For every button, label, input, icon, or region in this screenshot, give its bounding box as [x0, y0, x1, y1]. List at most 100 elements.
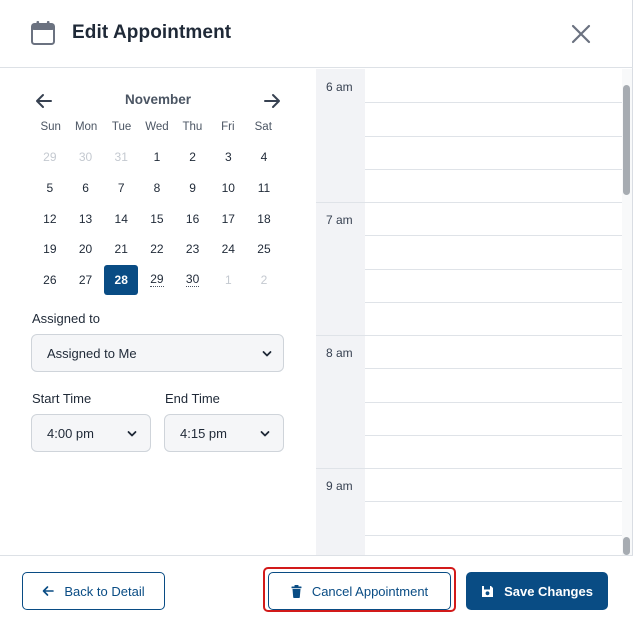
calendar-day[interactable]: 26	[32, 265, 68, 296]
save-changes-label: Save Changes	[504, 583, 593, 599]
calendar-day[interactable]: 1	[139, 142, 175, 173]
calendar-day[interactable]: 17	[210, 203, 246, 234]
assigned-to-value: Assigned to Me	[47, 346, 137, 361]
calendar-day-label: 7	[117, 181, 125, 196]
calendar-day-label: 22	[150, 242, 164, 257]
calendar-day[interactable]: 10	[210, 173, 246, 204]
calendar-day[interactable]: 23	[175, 234, 211, 265]
calendar-day[interactable]: 31	[103, 142, 139, 173]
calendar-day[interactable]: 14	[103, 203, 139, 234]
calendar-day[interactable]: 19	[32, 234, 68, 265]
calendar-day[interactable]: 30	[175, 265, 211, 296]
hour-label: 9 am	[326, 479, 353, 493]
weekday-label: Thu	[182, 121, 203, 133]
back-to-detail-label: Back to Detail	[64, 583, 145, 599]
arrow-right-icon[interactable]	[262, 91, 282, 111]
calendar-day[interactable]: 12	[32, 203, 68, 234]
calendar-day-label: 30	[185, 272, 200, 288]
calendar-day[interactable]: 7	[103, 173, 139, 204]
calendar-day[interactable]: 15	[139, 203, 175, 234]
calendar-day[interactable]: 25	[246, 234, 282, 265]
calendar-day-label: 31	[114, 150, 128, 165]
cancel-appointment-label: Cancel Appointment	[311, 583, 429, 599]
calendar-day-label: 1	[153, 150, 161, 165]
modal-header: Edit Appointment	[0, 0, 633, 68]
weekday-label: Sun	[40, 121, 61, 133]
calendar-day-label: 8	[153, 181, 161, 196]
calendar-day-label: 10	[221, 181, 235, 196]
calendar-icon	[31, 21, 55, 45]
calendar-day[interactable]: 22	[139, 234, 175, 265]
calendar-day[interactable]: 21	[103, 234, 139, 265]
calendar-day[interactable]: 5	[32, 173, 68, 204]
back-to-detail-button[interactable]: Back to Detail	[22, 572, 165, 610]
calendar-day[interactable]: 8	[139, 173, 175, 204]
cancel-appointment-button[interactable]: Cancel Appointment	[268, 572, 451, 610]
calendar-day-label: 16	[185, 211, 200, 226]
end-time-label: End Time	[165, 391, 220, 406]
start-time-select[interactable]: 4:00 pm	[31, 414, 151, 452]
calendar-day[interactable]: 16	[175, 203, 211, 234]
calendar-day-label: 4	[260, 150, 268, 165]
calendar-day-label: 2	[260, 273, 268, 288]
slot-divider	[365, 435, 622, 436]
hour-divider	[316, 202, 622, 203]
hour-label: 8 am	[326, 346, 353, 360]
calendar-day[interactable]: 27	[68, 265, 104, 296]
calendar-day-label: 9	[189, 181, 196, 196]
scrollbar[interactable]	[622, 69, 632, 555]
calendar-day[interactable]: 29	[139, 265, 175, 296]
calendar-day[interactable]: 11	[246, 173, 282, 204]
calendar-day-label: 12	[43, 211, 57, 226]
scrollbar-thumb[interactable]	[623, 85, 630, 195]
calendar-day[interactable]: 1	[210, 265, 246, 296]
calendar-day[interactable]: 20	[68, 234, 104, 265]
calendar-day[interactable]: 6	[68, 173, 104, 204]
end-time-value: 4:15 pm	[180, 426, 227, 441]
calendar-day-label: 2	[189, 150, 196, 165]
assigned-to-select[interactable]: Assigned to Me	[31, 334, 284, 372]
calendar-day[interactable]: 13	[68, 203, 104, 234]
slot-divider	[365, 501, 622, 502]
close-icon[interactable]	[569, 22, 593, 46]
slot-divider	[365, 302, 622, 303]
weekday-label: Sat	[254, 121, 272, 133]
hour-divider	[316, 335, 622, 336]
calendar-day-label: 14	[114, 211, 128, 226]
modal-footer: Back to Detail Cancel Appointment Save C…	[0, 555, 633, 625]
calendar-day[interactable]: 2	[175, 142, 211, 173]
calendar-day[interactable]: 18	[246, 203, 282, 234]
scrollbar-thumb-lower[interactable]	[623, 537, 630, 555]
calendar-day[interactable]: 9	[175, 173, 211, 204]
calendar-day-label: 19	[43, 242, 57, 257]
calendar-day[interactable]: 3	[210, 142, 246, 173]
save-icon	[481, 585, 494, 598]
slot-divider	[365, 235, 622, 236]
day-timeline[interactable]: 6 am 7 am 8 am 9 am	[316, 69, 632, 555]
calendar-day-label: 3	[224, 150, 232, 165]
calendar-day-label: 5	[46, 181, 54, 196]
calendar-day-label: 29	[43, 150, 57, 165]
calendar-day-label: 29	[150, 272, 164, 288]
calendar-grid: 29 30 31 1 2 3 4 5 6 7 8 9 10 11 12 13 14 15 16 17 18 19 20 21 2…	[32, 142, 282, 296]
calendar-day-label: 21	[114, 242, 128, 257]
start-time-label: Start Time	[32, 391, 92, 406]
slot-divider	[365, 102, 622, 103]
end-time-select[interactable]: 4:15 pm	[164, 414, 284, 452]
hour-label: 6 am	[326, 80, 353, 94]
calendar-day[interactable]: 30	[68, 142, 104, 173]
calendar-day-label: 11	[257, 181, 271, 196]
calendar-day[interactable]: 2	[246, 265, 282, 296]
calendar-day-label: 26	[43, 273, 57, 288]
modal-title: Edit Appointment	[72, 22, 232, 43]
calendar-day-selected[interactable]: 28	[104, 265, 139, 296]
calendar-day-label: 20	[78, 242, 93, 257]
calendar-day[interactable]: 4	[246, 142, 282, 173]
calendar-day[interactable]: 29	[32, 142, 68, 173]
calendar-day[interactable]: 24	[210, 234, 246, 265]
save-changes-button[interactable]: Save Changes	[466, 572, 608, 610]
slot-divider	[365, 136, 622, 137]
slot-divider	[365, 535, 622, 536]
start-time-value: 4:00 pm	[47, 426, 94, 441]
hour-divider	[316, 468, 622, 469]
